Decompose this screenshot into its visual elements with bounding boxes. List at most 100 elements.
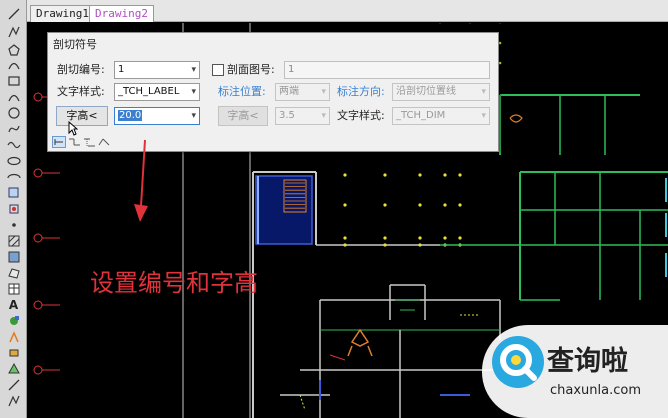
- annotation-text: 设置编号和字高: [90, 269, 258, 297]
- chevron-down-icon: ▾: [481, 111, 486, 121]
- furniture-symbol: [509, 114, 523, 123]
- column-dot: [443, 203, 447, 207]
- annotation-arrow-icon: [134, 140, 148, 222]
- offset-section-icon[interactable]: [84, 138, 95, 147]
- column-dot: [443, 236, 447, 240]
- curve-icon[interactable]: [3, 121, 24, 136]
- dim-text-height-select[interactable]: 3.5 ▾: [275, 107, 330, 125]
- column-dot: [343, 243, 347, 247]
- text-style-value: _TCH_LABEL: [118, 86, 180, 97]
- hatch-icon[interactable]: [3, 233, 24, 248]
- section-symbol-dialog: 剖切符号 剖切编号: 1 ▾ 剖面图号: 1 文字样式: _TCH_LABEL …: [47, 32, 499, 152]
- text-height-select[interactable]: 20.0 ▾: [114, 107, 200, 125]
- watermark-url: chaxunla.com: [550, 383, 641, 398]
- column-dot: [498, 61, 502, 65]
- dim-text-style-select[interactable]: _TCH_DIM ▾: [392, 107, 490, 125]
- wave-icon[interactable]: [3, 137, 24, 152]
- column-dot: [498, 41, 502, 45]
- mode-icon-row: [52, 136, 112, 148]
- tab-drawing1[interactable]: Drawing1: [30, 5, 95, 22]
- line-icon[interactable]: [3, 377, 24, 392]
- text-height-value: 20.0: [118, 110, 143, 121]
- mouse-cursor-icon: [68, 121, 78, 136]
- dialog-title: 剖切符号: [53, 38, 97, 51]
- chevron-down-icon: ▾: [191, 65, 196, 75]
- label-direction-value: 沿剖切位置线: [396, 86, 456, 97]
- gradient-icon[interactable]: [3, 249, 24, 264]
- rectangle-icon[interactable]: [3, 73, 24, 88]
- text-tool-label: A: [8, 297, 19, 312]
- column-dot: [418, 203, 422, 207]
- draw-toolbar: A: [0, 0, 27, 418]
- column-dot: [383, 173, 387, 177]
- dimension-line: [329, 354, 346, 361]
- step-section-icon[interactable]: [69, 138, 80, 146]
- region-icon[interactable]: [3, 265, 24, 280]
- section-mode-icon[interactable]: [52, 136, 66, 148]
- axis-bubble: [33, 168, 43, 178]
- match-icon[interactable]: [3, 361, 24, 376]
- search-logo-icon: [492, 336, 544, 388]
- dim-text-height-value: 3.5: [279, 110, 295, 121]
- point-icon[interactable]: [3, 217, 24, 232]
- insert-block-icon[interactable]: [3, 185, 24, 200]
- dim-text-style-label: 文字样式:: [337, 109, 385, 122]
- chevron-down-icon: ▾: [481, 87, 486, 97]
- section-number-label: 剖切编号:: [57, 63, 105, 76]
- column-dot: [458, 236, 462, 240]
- column-dot: [418, 243, 422, 247]
- arc-icon[interactable]: [3, 57, 24, 72]
- section-view-checkbox[interactable]: [212, 64, 224, 76]
- arc-icon[interactable]: [3, 89, 24, 104]
- dim-text-style-value: _TCH_DIM: [396, 110, 446, 121]
- fold-section-icon[interactable]: [98, 138, 110, 146]
- text-height-pick-button[interactable]: 字高<: [56, 106, 108, 126]
- column-dot: [383, 236, 387, 240]
- column-dot: [458, 173, 462, 177]
- door-line: [299, 394, 306, 411]
- section-view-input[interactable]: 1: [284, 61, 490, 79]
- chevron-down-icon: ▾: [191, 87, 196, 97]
- polyline-icon[interactable]: [3, 24, 24, 39]
- section-number-select[interactable]: 1 ▾: [114, 61, 200, 79]
- label-direction-select[interactable]: 沿剖切位置线 ▾: [392, 83, 490, 101]
- table-icon[interactable]: [3, 281, 24, 296]
- column-dot: [443, 173, 447, 177]
- polyline-icon[interactable]: [3, 393, 24, 408]
- watermark-brand: 查询啦: [547, 346, 628, 377]
- column-dot: [383, 243, 387, 247]
- column-dot: [418, 236, 422, 240]
- section-number-value: 1: [118, 64, 125, 75]
- chevron-down-icon: ▾: [191, 111, 196, 121]
- section-view-label: 剖面图号:: [227, 63, 275, 76]
- ellipse-icon[interactable]: [3, 153, 24, 168]
- column-dot: [383, 203, 387, 207]
- dim-text-height-pick-button[interactable]: 字高<: [218, 106, 268, 126]
- axis-bubble: [33, 300, 43, 310]
- column-dot: [418, 173, 422, 177]
- paint-icon[interactable]: [3, 329, 24, 344]
- polygon-icon[interactable]: [3, 42, 24, 57]
- axis-bubble: [33, 365, 43, 375]
- make-block-icon[interactable]: [3, 201, 24, 216]
- column-dot: [343, 173, 347, 177]
- axis-bubble: [33, 233, 43, 243]
- chevron-down-icon: ▾: [321, 111, 326, 121]
- tab-drawing2[interactable]: Drawing2: [89, 5, 154, 22]
- text-style-select[interactable]: _TCH_LABEL ▾: [114, 83, 200, 101]
- add-selected-icon[interactable]: [3, 313, 24, 328]
- column-dot: [458, 203, 462, 207]
- label-position-value: 两端: [279, 86, 299, 97]
- column-dot: [343, 203, 347, 207]
- column-dot: [343, 236, 347, 240]
- ellipse-arc-icon[interactable]: [3, 169, 24, 184]
- circle-icon[interactable]: [3, 105, 24, 120]
- text-icon[interactable]: A: [3, 297, 24, 312]
- axis-bubble: [33, 92, 43, 102]
- layer-icon[interactable]: [3, 345, 24, 360]
- drawing-tab-bar: Drawing1 Drawing2: [27, 0, 668, 22]
- watermark: 查询啦 chaxunla.com: [482, 325, 668, 418]
- line-icon[interactable]: [3, 6, 24, 21]
- label-direction-label: 标注方向:: [337, 85, 385, 98]
- label-position-select[interactable]: 两端 ▾: [275, 83, 330, 101]
